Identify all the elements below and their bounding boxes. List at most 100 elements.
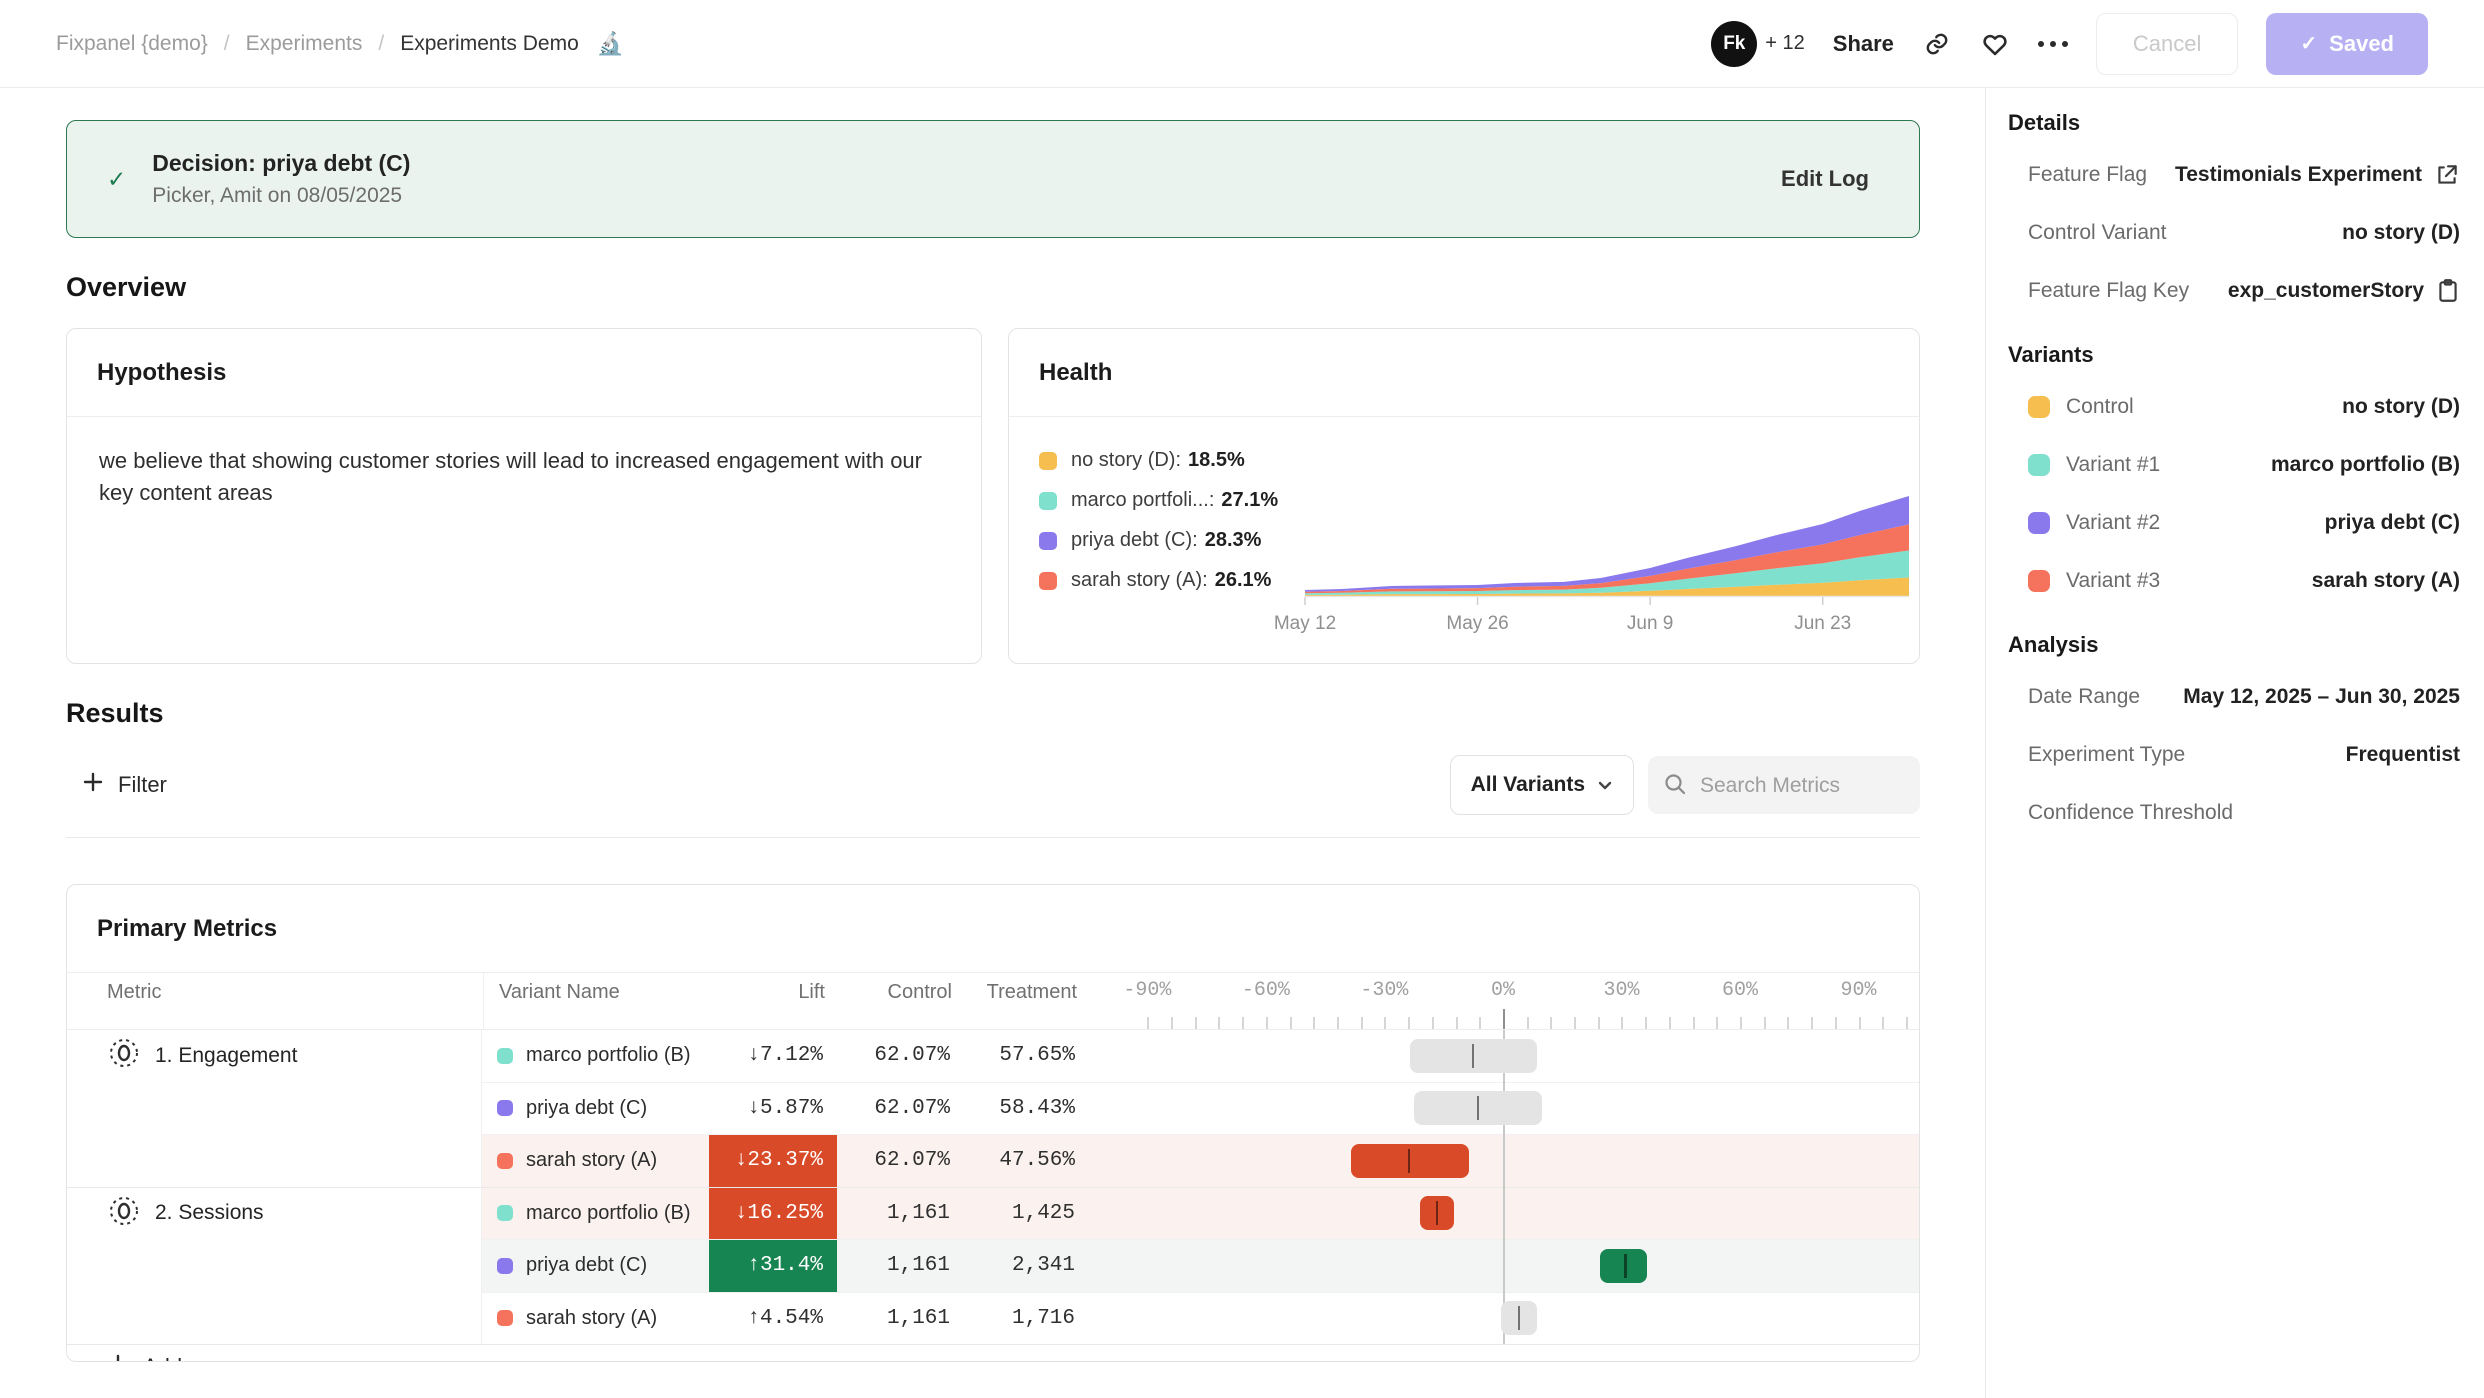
saved-label: Saved xyxy=(2329,31,2394,57)
table-row[interactable]: marco portfolio (B) ↓7.12% 62.07% 57.65% xyxy=(482,1030,1919,1082)
table-row[interactable]: priya debt (C) ↓5.87% 62.07% 58.43% xyxy=(482,1082,1919,1135)
search-metrics-box xyxy=(1648,756,1920,814)
detail-row-feature-flag-key: Feature Flag Key exp_customerStory xyxy=(2008,262,2460,320)
variants-dropdown[interactable]: All Variants xyxy=(1450,755,1634,815)
metric-cell: 1. Engagement xyxy=(67,1030,482,1187)
table-row[interactable]: marco portfolio (B) ↓16.25% 1,161 1,425 xyxy=(482,1188,1919,1240)
ruler-tick xyxy=(1290,1017,1292,1029)
zero-percent-line xyxy=(1503,1030,1505,1344)
confidence-interval-bar xyxy=(1410,1039,1536,1073)
ruler-tick xyxy=(1621,1017,1623,1029)
analysis-row-date-range: Date Range May 12, 2025 – Jun 30, 2025 xyxy=(2008,668,2460,726)
add-metric-button[interactable]: Add xyxy=(67,1344,1919,1362)
share-button[interactable]: Share xyxy=(1833,31,1894,57)
legend-value: 18.5% xyxy=(1188,449,1245,472)
ruler-tick xyxy=(1361,1017,1363,1029)
lift-value: ↓23.37% xyxy=(709,1135,837,1187)
top-bar: Fixpanel {demo} / Experiments / Experime… xyxy=(0,0,2484,88)
legend-value: 28.3% xyxy=(1205,529,1262,552)
legend-label: marco portfoli...: xyxy=(1071,489,1214,512)
lift-marker xyxy=(1477,1096,1480,1120)
breadcrumb-experiments[interactable]: Experiments xyxy=(246,32,363,56)
search-metrics-input[interactable] xyxy=(1698,756,1910,816)
lift-value: ↑31.4% xyxy=(709,1240,837,1292)
axis-label: 30% xyxy=(1603,979,1639,1002)
feature-flag-link[interactable]: Testimonials Experiment xyxy=(2175,163,2422,187)
axis-label: -30% xyxy=(1360,979,1408,1002)
more-options-icon[interactable] xyxy=(2038,41,2068,47)
control-value: 1,161 xyxy=(837,1293,954,1345)
legend-label: sarah story (A): xyxy=(1071,569,1208,592)
breadcrumb-current: Experiments Demo xyxy=(400,32,579,56)
control-value: 62.07% xyxy=(837,1030,954,1082)
hypothesis-body[interactable]: we believe that showing customer stories… xyxy=(67,417,981,537)
metric-name[interactable]: 2. Sessions xyxy=(155,1201,264,1225)
axis-label: -90% xyxy=(1123,979,1171,1002)
external-link-icon[interactable] xyxy=(2434,162,2460,188)
ruler-tick xyxy=(1171,1017,1173,1029)
variant-label: Control xyxy=(2066,395,2134,419)
column-control: Control xyxy=(839,973,956,1029)
analysis-row-experiment-type: Experiment Type Frequentist xyxy=(2008,726,2460,784)
ruler-tick xyxy=(1527,1017,1529,1029)
variant-name: priya debt (C) xyxy=(526,1254,647,1277)
collaborators[interactable]: Fk + 12 xyxy=(1711,21,1804,67)
svg-text:May 26: May 26 xyxy=(1446,613,1508,634)
analysis-label: Experiment Type xyxy=(2028,743,2185,767)
treatment-value: 2,341 xyxy=(954,1240,1079,1292)
ruler-tick xyxy=(1266,1017,1268,1029)
legend-item: marco portfoli...: 27.1% xyxy=(1039,489,1278,512)
variant-name: sarah story (A) xyxy=(526,1149,657,1172)
confidence-interval-bar xyxy=(1501,1301,1537,1335)
results-heading: Results xyxy=(66,698,1920,729)
legend-label: priya debt (C): xyxy=(1071,529,1198,552)
variant-color-dot xyxy=(497,1100,513,1116)
breadcrumb-project[interactable]: Fixpanel {demo} xyxy=(56,32,208,56)
divider xyxy=(66,837,1920,838)
table-row[interactable]: priya debt (C) ↑31.4% 1,161 2,341 xyxy=(482,1239,1919,1292)
lift-axis: -90%-60%-30%0%30%60%90% xyxy=(1126,973,1920,1029)
treatment-value: 58.43% xyxy=(954,1083,1079,1135)
table-row[interactable]: sarah story (A) ↓23.37% 62.07% 47.56% xyxy=(482,1134,1919,1187)
detail-label: Control Variant xyxy=(2028,221,2167,245)
ruler-tick xyxy=(1337,1017,1339,1029)
saved-button[interactable]: ✓ Saved xyxy=(2266,13,2428,75)
variant-value: sarah story (A) xyxy=(2312,569,2460,593)
copy-icon[interactable] xyxy=(2436,278,2460,304)
lift-value: ↑4.54% xyxy=(709,1293,837,1345)
hypothesis-title: Hypothesis xyxy=(67,329,981,417)
analysis-value: May 12, 2025 – Jun 30, 2025 xyxy=(2183,685,2460,709)
edit-log-button[interactable]: Edit Log xyxy=(1781,166,1869,192)
legend-color-swatch xyxy=(1039,492,1057,510)
favorite-heart-icon[interactable] xyxy=(1980,29,2010,59)
metric-rows: marco portfolio (B) ↓16.25% 1,161 1,425 … xyxy=(482,1188,1919,1345)
metric-cell: 2. Sessions xyxy=(67,1188,482,1345)
metric-group: 1. Engagement marco portfolio (B) ↓7.12%… xyxy=(67,1030,1919,1187)
variant-row-control: Control no story (D) xyxy=(2008,378,2460,436)
cancel-button[interactable]: Cancel xyxy=(2096,13,2238,75)
ruler-tick xyxy=(1242,1017,1244,1029)
overview-heading: Overview xyxy=(66,272,1920,303)
treatment-value: 1,425 xyxy=(954,1188,1079,1240)
copy-link-icon[interactable] xyxy=(1922,29,1952,59)
health-card: Health no story (D): 18.5% marco portfol… xyxy=(1008,328,1920,664)
health-stacked-area-chart: May 12May 26Jun 9Jun 23 xyxy=(1297,473,1917,643)
ruler-tick xyxy=(1598,1017,1600,1029)
variant-color-dot xyxy=(2028,512,2050,534)
metric-name[interactable]: 1. Engagement xyxy=(155,1044,297,1068)
ruler-tick xyxy=(1195,1017,1197,1029)
avatar[interactable]: Fk xyxy=(1711,21,1757,67)
table-row[interactable]: sarah story (A) ↑4.54% 1,161 1,716 xyxy=(482,1292,1919,1345)
variant-name: sarah story (A) xyxy=(526,1307,657,1330)
analysis-label: Confidence Threshold xyxy=(2028,801,2233,825)
add-filter-button[interactable]: Filter xyxy=(66,771,167,799)
legend-item: priya debt (C): 28.3% xyxy=(1039,529,1278,552)
decision-title: Decision: priya debt (C) xyxy=(152,150,410,177)
detail-value: exp_customerStory xyxy=(2228,279,2424,303)
add-label: Add xyxy=(143,1354,182,1362)
search-icon xyxy=(1663,772,1687,796)
axis-label: 60% xyxy=(1722,979,1758,1002)
variant-color-dot xyxy=(2028,454,2050,476)
decision-banner: ✓ Decision: priya debt (C) Picker, Amit … xyxy=(66,120,1920,238)
detail-row-control-variant: Control Variant no story (D) xyxy=(2008,204,2460,262)
